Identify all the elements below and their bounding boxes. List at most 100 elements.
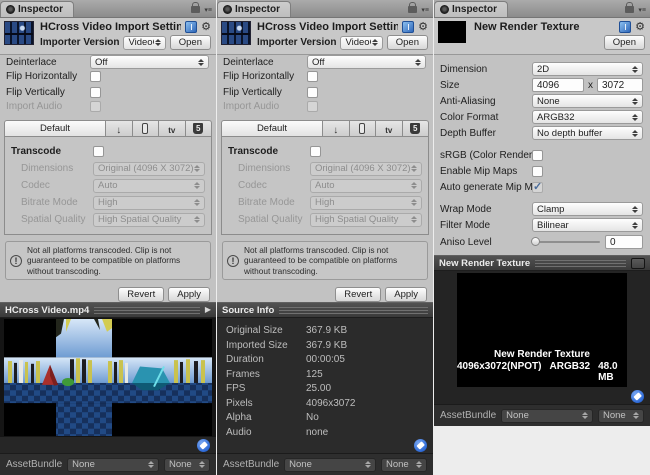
platform-tab-webgl[interactable]	[403, 120, 430, 136]
video-preview-section: HCross Video.mp4	[0, 302, 216, 475]
assetbundle-label: AssetBundle	[6, 459, 62, 470]
preview-header[interactable]: HCross Video.mp4	[0, 302, 216, 318]
aniso-level-slider[interactable]: 0	[532, 235, 643, 249]
color-format-dropdown[interactable]: ARGB32	[532, 110, 643, 124]
lock-icon[interactable]	[191, 6, 200, 13]
preview-grip[interactable]	[535, 260, 626, 267]
preview-grip[interactable]	[279, 307, 428, 314]
slider-track[interactable]	[532, 241, 600, 243]
gear-icon[interactable]	[418, 22, 428, 33]
dropdown-arrow-icon	[410, 165, 418, 172]
platform-tab-webgl[interactable]	[186, 120, 213, 136]
bitrate-mode-label: Bitrate Mode	[228, 197, 310, 208]
help-book-icon[interactable]	[185, 21, 197, 33]
video-preview-image	[0, 318, 216, 437]
enable-mip-maps-checkbox[interactable]	[532, 166, 543, 177]
importer-version-dropdown[interactable]: VideoClip	[340, 36, 382, 50]
transcode-group: Transcode Dimensions Original (4096 X 30…	[221, 136, 429, 235]
bitrate-mode-dropdown: High	[93, 196, 205, 210]
platform-tabs: Default	[4, 120, 212, 136]
preview-grip[interactable]	[94, 307, 200, 314]
pane-menu-icon[interactable]	[421, 7, 429, 14]
open-button[interactable]: Open	[170, 35, 211, 50]
apply-button[interactable]: Apply	[385, 287, 427, 302]
flip-vertically-checkbox[interactable]	[307, 87, 318, 98]
platform-tab-appletv[interactable]	[159, 120, 186, 136]
warning-text: Not all platforms transcoded. Clip is no…	[244, 245, 423, 276]
assetbundle-dropdown[interactable]: None	[284, 458, 376, 472]
flip-vertically-checkbox[interactable]	[90, 87, 101, 98]
anti-aliasing-dropdown[interactable]: None	[532, 94, 643, 108]
help-book-icon[interactable]	[619, 21, 631, 33]
help-book-icon[interactable]	[402, 21, 414, 33]
dropdown-arrow-icon	[632, 412, 640, 419]
dimension-dropdown[interactable]: 2D	[532, 62, 643, 76]
codec-dropdown: Auto	[310, 179, 422, 193]
source-info-section: Source Info Original Size367.9 KB Import…	[217, 302, 433, 475]
aniso-level-field[interactable]: 0	[605, 235, 643, 249]
bitrate-mode-label: Bitrate Mode	[11, 197, 93, 208]
webgl-icon	[410, 123, 420, 134]
tab-inspector[interactable]: Inspector	[434, 1, 508, 17]
assetbundle-variant-dropdown[interactable]: None	[381, 458, 427, 472]
tab-inspector[interactable]: Inspector	[217, 1, 291, 17]
revert-button[interactable]: Revert	[118, 287, 164, 302]
tab-inspector[interactable]: Inspector	[0, 1, 74, 17]
filter-mode-dropdown[interactable]: Bilinear	[532, 218, 643, 232]
tag-icon[interactable]	[414, 439, 427, 452]
import-audio-label: Import Audio	[6, 101, 90, 112]
auto-generate-mip-label: Auto generate Mip Ma	[440, 182, 532, 193]
transcode-checkbox[interactable]	[310, 146, 321, 157]
depth-buffer-dropdown[interactable]: No depth buffer	[532, 126, 643, 140]
dropdown-arrow-icon	[154, 39, 162, 46]
open-button[interactable]: Open	[604, 35, 645, 50]
gear-icon[interactable]	[635, 22, 645, 33]
preview-title: Source Info	[222, 305, 274, 316]
srgb-checkbox[interactable]	[532, 150, 543, 161]
wrap-mode-dropdown[interactable]: Clamp	[532, 202, 643, 216]
size-width-field[interactable]: 4096	[532, 78, 584, 92]
assetbundle-dropdown[interactable]: None	[67, 458, 159, 472]
platform-tab-default[interactable]: Default	[4, 120, 106, 136]
play-icon[interactable]	[205, 306, 211, 314]
assetbundle-dropdown[interactable]: None	[501, 409, 593, 423]
flip-horizontally-checkbox[interactable]	[307, 71, 318, 82]
deinterlace-dropdown[interactable]: Off	[307, 55, 426, 69]
rgb-channels-icon[interactable]	[631, 258, 645, 269]
tag-icon[interactable]	[197, 439, 210, 452]
slider-knob[interactable]	[531, 237, 540, 246]
pane-menu-icon[interactable]	[204, 7, 212, 14]
platform-tab-standalone[interactable]	[106, 120, 133, 136]
preview-caption-info: 4096x3072(NPOT) ARGB32 48.0 MB	[457, 361, 627, 383]
open-button[interactable]: Open	[387, 35, 428, 50]
bitrate-mode-dropdown: High	[310, 196, 422, 210]
video-thumbnail	[4, 21, 34, 45]
tag-row	[0, 437, 216, 453]
platform-tab-iphone[interactable]	[350, 120, 377, 136]
platform-tab-iphone[interactable]	[133, 120, 160, 136]
pane-menu-icon[interactable]	[638, 7, 646, 14]
assetbundle-variant-dropdown[interactable]: None	[598, 409, 644, 423]
inspector-header: New Render Texture Open	[434, 18, 650, 55]
lock-icon[interactable]	[625, 6, 634, 13]
tag-icon[interactable]	[631, 390, 644, 403]
flip-horizontally-label: Flip Horizontally	[223, 71, 307, 82]
platform-tab-default[interactable]: Default	[221, 120, 323, 136]
iphone-icon	[142, 123, 148, 134]
deinterlace-dropdown[interactable]: Off	[90, 55, 209, 69]
dropdown-arrow-icon	[198, 461, 206, 468]
importer-version-dropdown[interactable]: VideoClip	[123, 36, 165, 50]
apply-button[interactable]: Apply	[168, 287, 210, 302]
transcode-checkbox[interactable]	[93, 146, 104, 157]
preview-header[interactable]: New Render Texture	[434, 255, 650, 271]
size-height-field[interactable]: 3072	[597, 78, 643, 92]
panel-render-texture: Inspector New Render Texture Open Dimens…	[434, 0, 650, 426]
assetbundle-variant-dropdown[interactable]: None	[164, 458, 210, 472]
platform-tab-appletv[interactable]	[376, 120, 403, 136]
platform-tab-standalone[interactable]	[323, 120, 350, 136]
gear-icon[interactable]	[201, 22, 211, 33]
preview-header[interactable]: Source Info	[217, 302, 433, 318]
flip-horizontally-checkbox[interactable]	[90, 71, 101, 82]
lock-icon[interactable]	[408, 6, 417, 13]
revert-button[interactable]: Revert	[335, 287, 381, 302]
